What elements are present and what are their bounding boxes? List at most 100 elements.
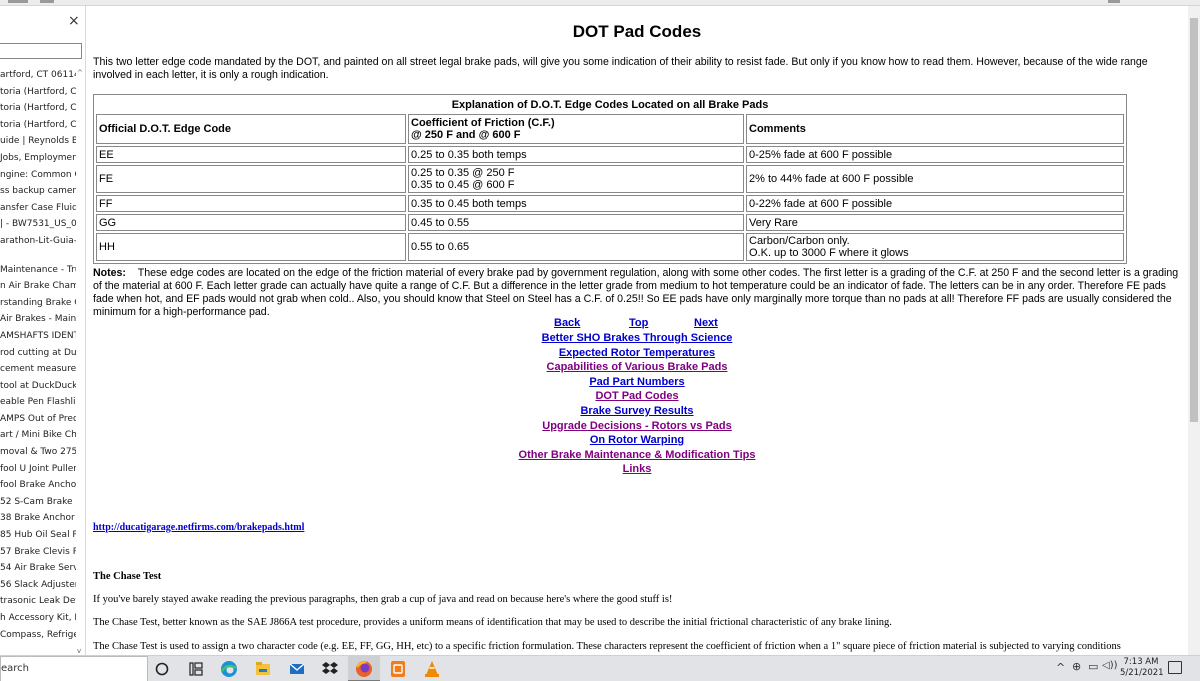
edge-browser-icon[interactable] [219, 659, 239, 679]
cell-cof-line2: 0.35 to 0.45 @ 600 F [411, 179, 515, 191]
notes-label: Notes: [93, 267, 126, 279]
firefox-icon[interactable] [354, 659, 374, 679]
notification-icon[interactable] [1168, 661, 1182, 674]
task-view-circle-icon[interactable] [152, 659, 172, 679]
next-link[interactable]: Next [694, 317, 718, 329]
intro-paragraph: This two letter edge code mandated by th… [93, 56, 1148, 81]
history-item[interactable]: art / Mini Bike Char [0, 427, 76, 444]
history-item[interactable]: artford, CT 06114) | ^ [0, 67, 76, 84]
cell-code: EE [96, 146, 406, 163]
mail-icon[interactable] [287, 659, 307, 679]
sidebar-search-input[interactable] [0, 43, 82, 59]
topic-link[interactable]: Pad Part Numbers [589, 375, 684, 390]
cell-cof-line1: 0.45 to 0.55 [411, 216, 470, 229]
chevron-down-icon[interactable]: v [77, 647, 81, 655]
history-item[interactable]: AMPS Out of Preda [0, 411, 76, 428]
dropbox-icon[interactable] [320, 659, 340, 679]
table-body: EE 0.25 to 0.35 both temps 0-25% fade at 6… [96, 146, 1124, 261]
topic-link[interactable]: On Rotor Warping [590, 433, 684, 448]
taskbar: earch ^ ⊕ ▭ ◁)) 7:13 AM 5/21/2021 [0, 655, 1200, 681]
cell-comment: 0-25% fade at 600 F possible [746, 146, 1124, 163]
table-row: FE 0.25 to 0.35 @ 250 F 0.35 to 0.45 @ 600… [96, 165, 1124, 193]
chevron-up-icon[interactable]: ^ [1056, 661, 1065, 674]
history-item[interactable]: 38 Brake Anchor P [0, 510, 76, 527]
topic-link[interactable]: Links [623, 462, 652, 477]
task-view-icon[interactable] [186, 659, 206, 679]
page-title: DOT Pad Codes [572, 22, 702, 41]
history-sidebar: × artford, CT 06114) | ^toria (Hartford,… [0, 6, 86, 655]
page-nav: Back Top Next [547, 317, 747, 331]
history-item[interactable]: Jobs, Employment [0, 150, 76, 167]
history-item[interactable]: fool U Joint Pullers [0, 461, 76, 478]
table-caption: Explanation of D.O.T. Edge Codes Located… [451, 99, 769, 111]
app-icon[interactable] [388, 659, 408, 679]
cell-code: FE [96, 165, 406, 193]
history-item[interactable]: | - BW7531_US_002 [0, 216, 76, 233]
history-item[interactable]: moval & Two 275 g [0, 444, 76, 461]
onedrive-icon[interactable]: ⊕ [1072, 660, 1081, 673]
topic-links: Better SHO Brakes Through Science Expecte… [87, 331, 1187, 477]
volume-icon[interactable]: ◁)) [1102, 660, 1118, 671]
topic-link[interactable]: Upgrade Decisions - Rotors vs Pads [542, 419, 732, 434]
history-item[interactable]: Compass, Refriger [0, 627, 76, 644]
history-item[interactable]: rod cutting at Duc [0, 345, 76, 362]
topic-link[interactable]: Other Brake Maintenance & Modification T… [519, 448, 756, 463]
topic-link[interactable]: Capabilities of Various Brake Pads [547, 360, 728, 375]
topic-link[interactable]: Brake Survey Results [580, 404, 693, 419]
network-icon[interactable]: ▭ [1088, 660, 1098, 673]
history-item[interactable]: h Accessory Kit, En [0, 610, 76, 627]
chase-test-heading: The Chase Test [93, 571, 162, 582]
history-item[interactable]: cement measurem. [0, 361, 76, 378]
history-item[interactable]: toria (Hartford, CT [0, 100, 76, 117]
history-item[interactable]: 52 S-Cam Brake Sl [0, 494, 76, 511]
cell-comment-line1: 0-25% fade at 600 F possible [749, 148, 893, 161]
history-item[interactable]: 54 Air Brake Servic [0, 560, 76, 577]
history-item[interactable]: Air Brakes - Maint [0, 311, 76, 328]
history-item[interactable]: fool Brake Anchor P [0, 477, 76, 494]
topic-link[interactable]: DOT Pad Codes [595, 389, 678, 404]
cell-comment-line1: 0-22% fade at 600 F possible [749, 197, 893, 210]
history-item[interactable]: 85 Hub Oil Seal Re [0, 527, 76, 544]
taskbar-clock[interactable]: 7:13 AM 5/21/2021 [1120, 657, 1164, 679]
history-item[interactable]: trasonic Leak Dete [0, 593, 76, 610]
vlc-icon[interactable] [422, 659, 442, 679]
cell-cof: 0.25 to 0.35 @ 250 F 0.35 to 0.45 @ 600 F [408, 165, 744, 193]
history-item[interactable]: toria (Hartford, CT [0, 117, 76, 134]
sidebar-scrollbar[interactable]: ^ v [76, 67, 85, 655]
page-scrollbar[interactable] [1188, 6, 1200, 655]
history-item[interactable]: ansfer Case Fluid .. [0, 200, 76, 217]
dot-codes-table: Explanation of D.O.T. Edge Codes Located… [93, 94, 1127, 264]
cell-comment: 2% to 44% fade at 600 F possible [746, 165, 1124, 193]
header-comments: Comments [746, 114, 1124, 144]
file-explorer-icon[interactable] [253, 659, 273, 679]
history-item[interactable]: tool at DuckDuckG [0, 378, 76, 395]
history-item[interactable]: uide | Reynolds Bra [0, 133, 76, 150]
topic-link[interactable]: Expected Rotor Temperatures [559, 346, 715, 361]
history-item[interactable]: n Air Brake Chamb [0, 278, 76, 295]
history-item[interactable]: 57 Brake Clevis Pin [0, 544, 76, 561]
history-item[interactable]: arathon-Lit-Guia-de [0, 233, 76, 250]
history-item[interactable]: rstanding Brake Ch [0, 295, 76, 312]
clock-time: 7:13 AM [1123, 657, 1159, 667]
history-item[interactable]: eable Pen Flashligh [0, 394, 76, 411]
history-item[interactable]: 56 Slack Adjuster , [0, 577, 76, 594]
topic-link[interactable]: Better SHO Brakes Through Science [542, 331, 733, 346]
chase-paragraph-3: The Chase Test is used to assign a two c… [93, 641, 1121, 652]
source-url-link[interactable]: http://ducatigarage.netfirms.com/brakepa… [93, 522, 304, 533]
history-item[interactable]: ngine: Common Ca [0, 167, 76, 184]
history-item[interactable]: ss backup camera [0, 183, 76, 200]
top-link[interactable]: Top [629, 317, 648, 329]
history-item[interactable]: AMSHAFTS IDENTIF [0, 328, 76, 345]
chevron-up-icon[interactable]: ^ [77, 69, 83, 77]
cell-cof-line1: 0.35 to 0.45 both temps [411, 197, 527, 210]
scrollbar-thumb[interactable] [1190, 18, 1198, 422]
back-link[interactable]: Back [554, 317, 580, 329]
history-item[interactable]: Maintenance - Tru. [0, 262, 76, 279]
cell-cof-line1: 0.55 to 0.65 [411, 241, 470, 253]
cell-comment-line1: 2% to 44% fade at 600 F possible [749, 173, 914, 185]
history-item[interactable]: toria (Hartford, CT [0, 84, 76, 101]
taskbar-search-box[interactable]: earch [0, 656, 148, 681]
header-cof: Coefficient of Friction (C.F.) @ 250 F a… [408, 114, 744, 144]
cell-comment-line1: Carbon/Carbon only. [749, 235, 850, 247]
close-icon[interactable]: × [68, 14, 80, 28]
